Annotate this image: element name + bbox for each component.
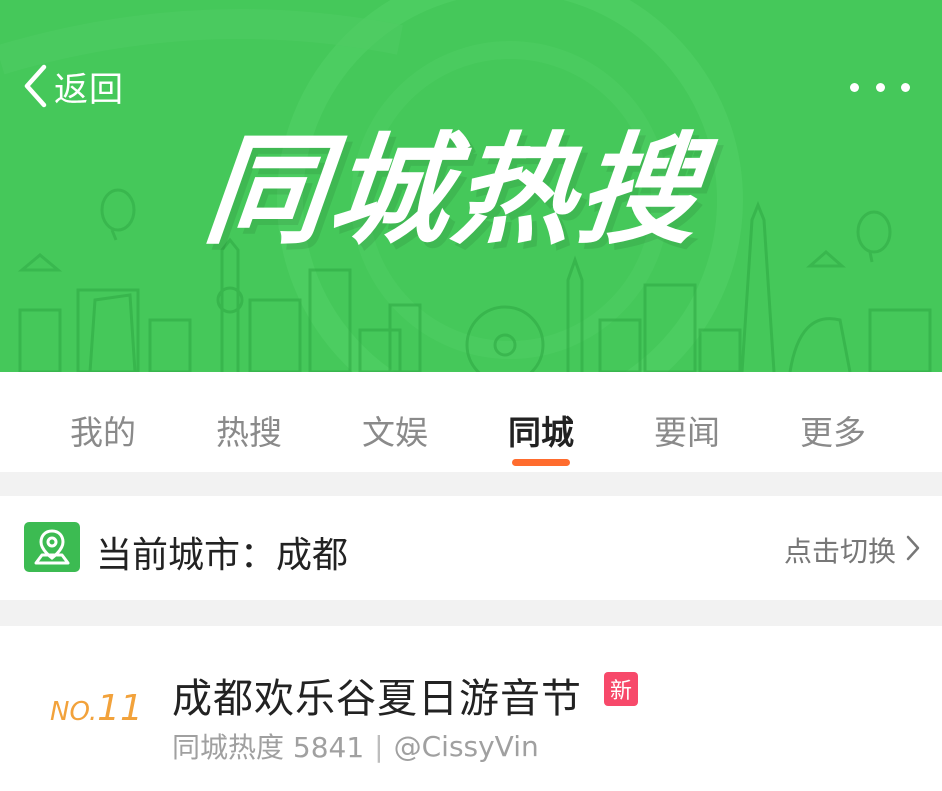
tab-entertainment[interactable]: 文娱 bbox=[322, 372, 468, 472]
chevron-left-icon bbox=[22, 63, 48, 109]
item-title: 成都欢乐谷夏日游音节 bbox=[172, 676, 582, 722]
rank-prefix: NO. bbox=[50, 697, 98, 727]
tab-news[interactable]: 要闻 bbox=[614, 372, 760, 472]
more-dot bbox=[901, 82, 910, 92]
banner-title: 同城热搜 bbox=[198, 122, 710, 261]
hot-search-item[interactable]: NO.11 成都欢乐谷夏日游音节 新 同城热度 5841 | @CissyVin bbox=[0, 626, 942, 791]
back-label: 返回 bbox=[54, 69, 124, 110]
tab-label: 文娱 bbox=[362, 413, 428, 452]
rank-label: NO.11 bbox=[50, 688, 143, 729]
more-dots-icon bbox=[850, 82, 859, 92]
tab-label: 热搜 bbox=[216, 413, 282, 452]
tab-hot-search[interactable]: 热搜 bbox=[176, 372, 322, 472]
more-dot bbox=[875, 82, 885, 92]
switch-city-label: 点击切换 bbox=[783, 535, 896, 568]
back-button[interactable]: 返回 bbox=[22, 62, 124, 110]
tab-more[interactable]: 更多 bbox=[760, 372, 906, 472]
more-menu-button[interactable] bbox=[850, 72, 910, 102]
new-badge: 新 bbox=[604, 672, 638, 706]
chevron-right-icon bbox=[896, 535, 920, 565]
heat-label: 同城热度 5841 bbox=[172, 731, 365, 764]
active-tab-indicator bbox=[512, 459, 570, 466]
switch-city-button[interactable]: 点击切换 bbox=[784, 530, 920, 570]
category-tabs: 我的 热搜 文娱 同城 要闻 更多 bbox=[0, 372, 942, 472]
location-map-icon bbox=[24, 522, 80, 572]
tab-local[interactable]: 同城 bbox=[468, 372, 614, 472]
author-link[interactable]: @CissyVin bbox=[394, 730, 539, 763]
item-meta: 同城热度 5841 | @CissyVin bbox=[172, 726, 539, 766]
tab-label: 要闻 bbox=[654, 413, 720, 452]
meta-separator: | bbox=[374, 729, 384, 763]
current-city-label: 当前城市：成都 bbox=[96, 535, 349, 576]
tab-mine[interactable]: 我的 bbox=[30, 372, 176, 472]
rank-number: 11 bbox=[97, 688, 143, 729]
tab-label: 我的 bbox=[70, 413, 136, 452]
tab-label: 更多 bbox=[800, 413, 866, 452]
hero-banner: 返回 同城热搜 bbox=[0, 0, 942, 372]
current-city-row: 当前城市：成都 点击切换 bbox=[0, 496, 942, 600]
